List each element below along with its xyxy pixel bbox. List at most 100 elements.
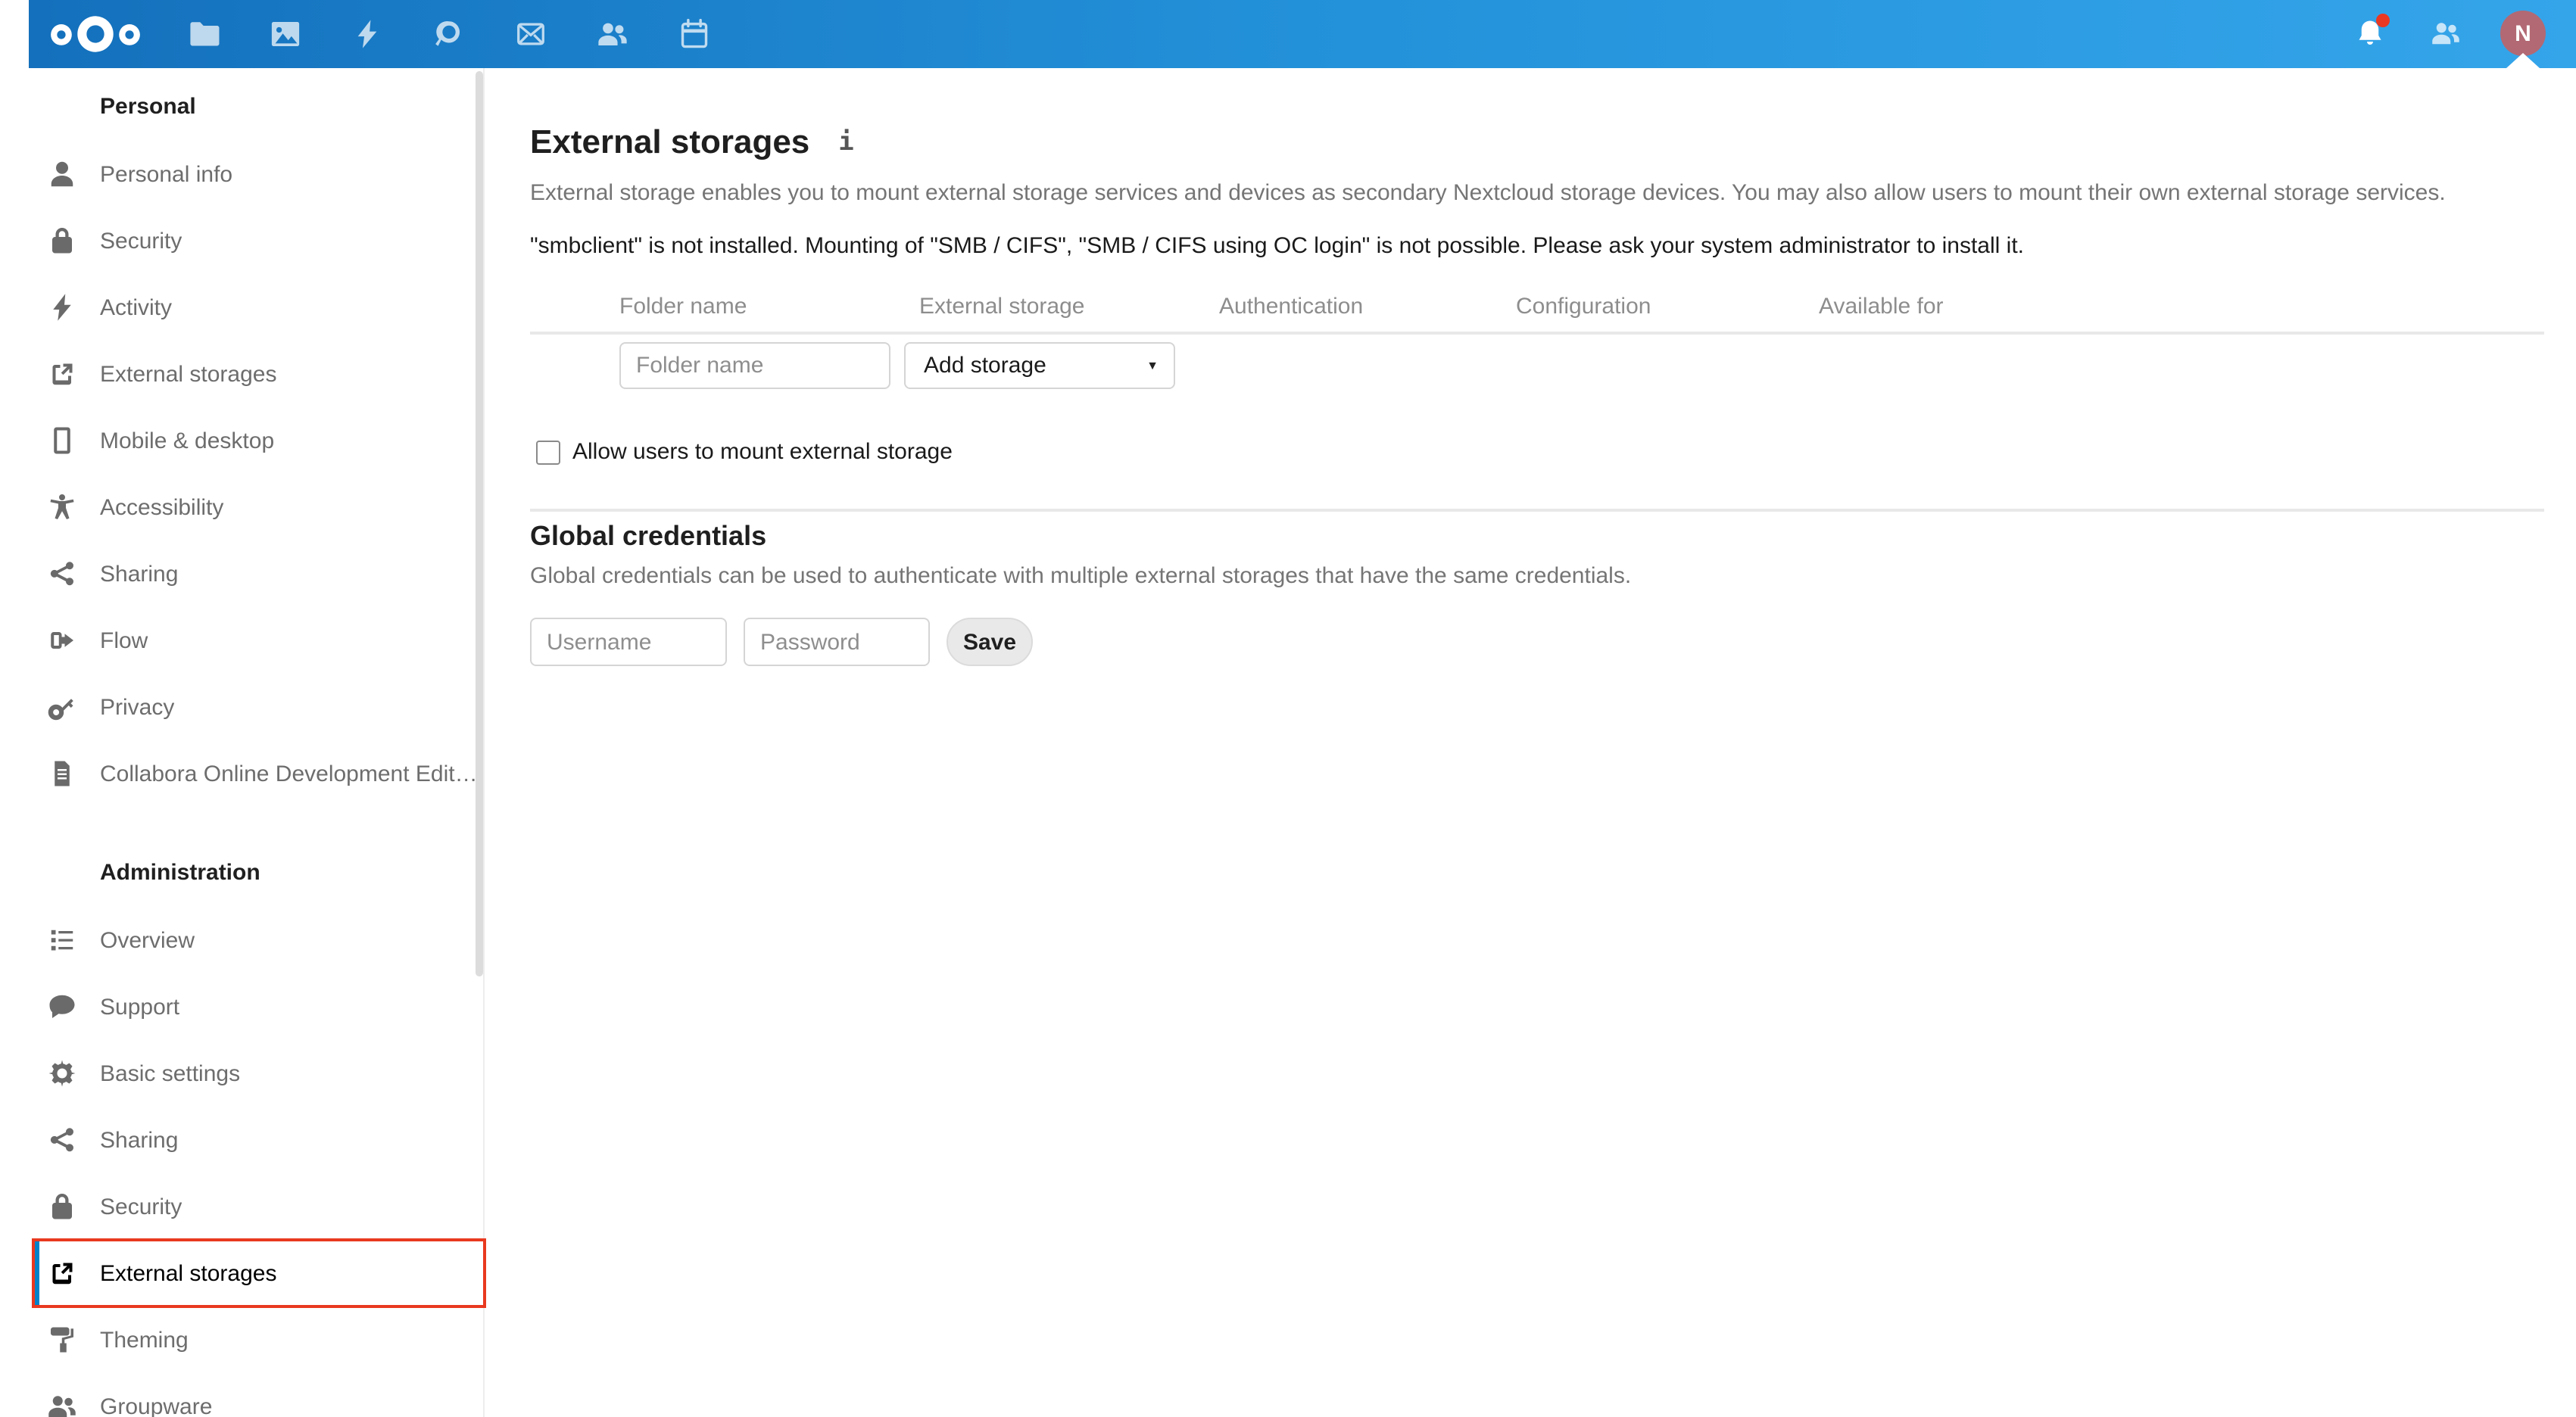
- section-title-administration: Administration: [100, 860, 260, 886]
- column-header-folder-name: Folder name: [619, 294, 747, 319]
- sidebar-item-sharing[interactable]: Sharing: [0, 1107, 483, 1173]
- key-icon: [47, 692, 77, 722]
- contacts-menu-icon[interactable]: [2431, 18, 2461, 48]
- section-title-personal: Personal: [100, 94, 196, 120]
- settings-nav: Personal Personal info Security Activity Ext…: [0, 68, 486, 1417]
- external-link-icon: [47, 359, 77, 389]
- files-icon[interactable]: [187, 18, 219, 50]
- sidebar-item-accessibility[interactable]: Accessibility: [0, 474, 483, 540]
- share-icon: [47, 1125, 77, 1155]
- top-bar: N: [29, 0, 2576, 68]
- lock-icon: [47, 1191, 77, 1222]
- global-credentials-title: Global credentials: [530, 521, 767, 551]
- sidebar-item-security[interactable]: Security: [0, 207, 483, 274]
- share-icon: [47, 559, 77, 589]
- active-indicator: [35, 1241, 39, 1305]
- external-link-icon: [47, 1258, 77, 1288]
- sidebar-item-label: External storages: [100, 1260, 277, 1286]
- sidebar-item-label: Activity: [100, 294, 173, 320]
- allow-user-mount-label[interactable]: Allow users to mount external storage: [572, 440, 953, 465]
- sidebar-item-basic-settings[interactable]: Basic settings: [0, 1040, 483, 1107]
- sidebar-item-label: Accessibility: [100, 494, 224, 520]
- mail-icon[interactable]: [514, 18, 546, 50]
- sidebar-item-label: Privacy: [100, 694, 175, 720]
- sidebar-item-support[interactable]: Support: [0, 973, 483, 1040]
- sidebar-item-collabora-online-development-edit[interactable]: Collabora Online Development Edit…: [0, 740, 483, 807]
- column-header-authentication: Authentication: [1219, 294, 1364, 319]
- people-icon: [47, 1391, 77, 1417]
- sidebar-item-activity[interactable]: Activity: [0, 274, 483, 341]
- user-icon: [47, 159, 77, 189]
- search-icon[interactable]: [432, 18, 464, 50]
- add-storage-select-value: Add storage: [924, 353, 1046, 378]
- sidebar-item-label: Mobile & desktop: [100, 428, 275, 453]
- document-icon: [47, 758, 77, 789]
- sidebar-item-label: Sharing: [100, 1127, 179, 1153]
- sidebar-item-label: Basic settings: [100, 1060, 241, 1086]
- lock-icon: [47, 226, 77, 256]
- sidebar-item-label: Overview: [100, 927, 195, 953]
- sidebar-item-external-storages[interactable]: External storages: [0, 1238, 486, 1308]
- notification-dot: [2376, 14, 2390, 27]
- sidebar-item-groupware[interactable]: Groupware: [0, 1373, 483, 1417]
- sidebar-item-label: Security: [100, 228, 182, 254]
- intro-text: External storage enables you to mount ex…: [530, 180, 2446, 206]
- nextcloud-logo-icon[interactable]: [48, 15, 142, 53]
- activity-icon[interactable]: [351, 18, 382, 50]
- sidebar-item-label: Sharing: [100, 561, 179, 587]
- allow-user-mount-checkbox[interactable]: [536, 441, 560, 465]
- notifications-bell-icon[interactable]: [2355, 14, 2390, 48]
- sidebar-item-privacy[interactable]: Privacy: [0, 674, 483, 740]
- accessibility-icon: [47, 492, 77, 522]
- add-storage-select[interactable]: Add storage ▼: [904, 342, 1175, 389]
- sidebar-item-label: Groupware: [100, 1394, 213, 1417]
- sidebar-item-overview[interactable]: Overview: [0, 907, 483, 973]
- folder-name-input[interactable]: [619, 342, 890, 389]
- chevron-down-icon: ▼: [1146, 359, 1159, 372]
- chat-icon: [47, 992, 77, 1022]
- smbclient-warning: "smbclient" is not installed. Mounting o…: [530, 233, 2024, 259]
- nextcloud-settings-page: N Personal Personal info Security Activity E…: [0, 0, 2576, 1417]
- sidebar-item-label: Security: [100, 1194, 182, 1219]
- flow-icon: [47, 625, 77, 656]
- sidebar-item-flow[interactable]: Flow: [0, 607, 483, 674]
- sidebar-item-security[interactable]: Security: [0, 1173, 483, 1240]
- column-header-external-storage: External storage: [919, 294, 1085, 319]
- photos-icon[interactable]: [269, 18, 301, 50]
- sidebar-item-theming[interactable]: Theming: [0, 1306, 483, 1373]
- section-divider: [530, 509, 2544, 511]
- page-title-text: External storages: [530, 123, 810, 160]
- phone-icon: [47, 425, 77, 456]
- avatar-initial: N: [2515, 20, 2531, 46]
- sidebar-scrollbar-thumb[interactable]: [476, 71, 483, 976]
- gear-icon: [47, 1058, 77, 1088]
- sidebar-item-mobile-desktop[interactable]: Mobile & desktop: [0, 407, 483, 474]
- sidebar-item-label: External storages: [100, 361, 277, 387]
- sidebar-item-label: Personal info: [100, 161, 233, 187]
- nav-section-gap: [0, 807, 483, 840]
- lightning-icon: [47, 292, 77, 322]
- storage-table-header: Folder name External storage Authenticatio…: [530, 294, 2576, 321]
- settings-sidebar: Personal Personal info Security Activity Ext…: [0, 68, 486, 1417]
- settings-menu-caret: [2506, 53, 2540, 68]
- contacts-icon[interactable]: [596, 18, 628, 50]
- table-divider: [530, 332, 2544, 334]
- column-header-configuration: Configuration: [1516, 294, 1651, 319]
- avatar[interactable]: N: [2500, 11, 2546, 56]
- sidebar-item-label: Support: [100, 994, 180, 1020]
- paint-roller-icon: [47, 1325, 77, 1355]
- main-content: External storages i External storage enab…: [486, 68, 2576, 1417]
- page-title: External storages i: [530, 123, 854, 162]
- column-header-available-for: Available for: [1819, 294, 1944, 319]
- sidebar-item-personal-info[interactable]: Personal info: [0, 141, 483, 207]
- username-input[interactable]: [530, 618, 727, 666]
- sidebar-item-label: Theming: [100, 1327, 189, 1353]
- list-icon: [47, 925, 77, 955]
- sidebar-item-external-storages[interactable]: External storages: [0, 341, 483, 407]
- save-button[interactable]: Save: [947, 618, 1033, 666]
- sidebar-item-sharing[interactable]: Sharing: [0, 540, 483, 607]
- info-icon[interactable]: i: [838, 127, 854, 157]
- global-credentials-description: Global credentials can be used to authen…: [530, 563, 1632, 589]
- password-input[interactable]: [744, 618, 930, 666]
- calendar-icon[interactable]: [678, 18, 709, 50]
